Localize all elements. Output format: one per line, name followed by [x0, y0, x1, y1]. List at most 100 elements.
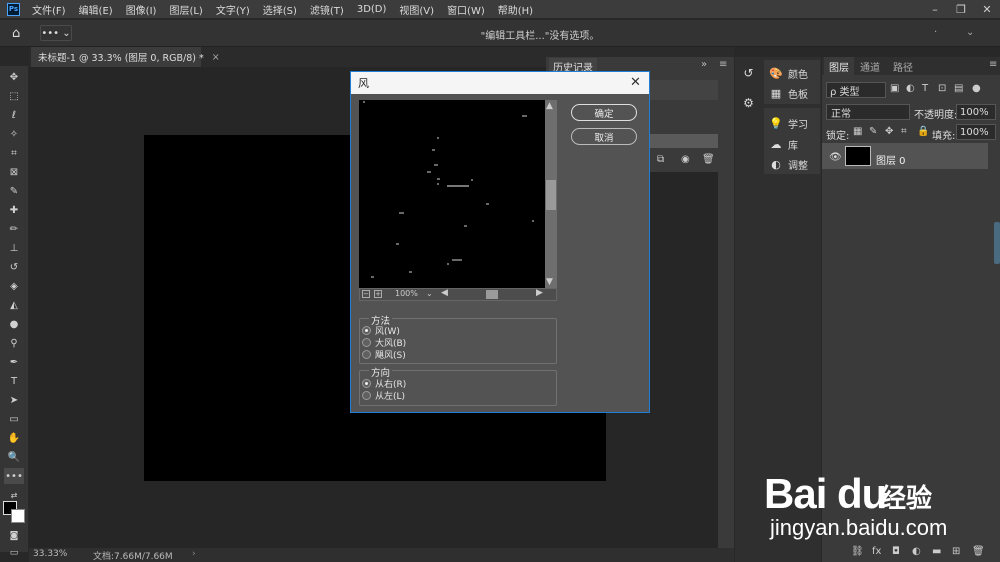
panel-color[interactable]: 🎨 颜色	[768, 66, 808, 81]
panel-learn[interactable]: 💡 学习	[768, 116, 808, 131]
edit-toolbar-button[interactable]: ••• ⌄	[40, 25, 72, 41]
smart-object-filter-icon[interactable]: ▤	[954, 83, 963, 94]
preview-zoom-value[interactable]: 100%	[395, 289, 418, 298]
close-tab-icon[interactable]: ×	[212, 52, 220, 63]
scroll-up-icon[interactable]: ▲	[546, 101, 553, 111]
zoom-readout[interactable]: 33.33%	[33, 549, 67, 559]
frame-tool-icon[interactable]: ⊠	[4, 164, 24, 180]
properties-panel-icon[interactable]: ⚙	[739, 94, 758, 111]
menu-help[interactable]: 帮助(H)	[498, 2, 533, 17]
filter-preview[interactable]	[359, 100, 545, 288]
lock-transparent-icon[interactable]: ▦	[853, 126, 862, 137]
menu-file[interactable]: 文件(F)	[32, 2, 66, 17]
menu-3d[interactable]: 3D(D)	[357, 4, 387, 15]
new-layer-icon[interactable]: ⊞	[952, 546, 960, 557]
paint-bucket-tool-icon[interactable]: ◭	[4, 297, 24, 313]
layer-name[interactable]: 图层 0	[876, 152, 906, 167]
fill-input[interactable]: 100%	[956, 124, 996, 140]
menu-view[interactable]: 视图(V)	[399, 2, 434, 17]
history-state[interactable]	[649, 80, 718, 100]
crop-tool-icon[interactable]: ⌗	[4, 145, 24, 161]
minimize-button[interactable]: –	[922, 0, 948, 18]
zoom-in-icon[interactable]: +	[374, 290, 382, 298]
quick-mask-icon[interactable]: ◙	[4, 528, 24, 544]
lock-artboard-icon[interactable]: ⌗	[901, 126, 907, 137]
history-panel-icon[interactable]: ↺	[739, 64, 758, 81]
menu-filter[interactable]: 滤镜(T)	[310, 2, 344, 17]
panel-swatches[interactable]: ▦ 色板	[768, 86, 808, 101]
healing-brush-tool-icon[interactable]: ✚	[4, 202, 24, 218]
document-tab[interactable]: 未标题-1 @ 33.3% (图层 0, RGB/8) * ×	[31, 47, 220, 67]
menu-image[interactable]: 图像(I)	[126, 2, 157, 17]
new-adjustment-icon[interactable]: ◐	[912, 546, 921, 557]
menu-select[interactable]: 选择(S)	[263, 2, 297, 17]
ok-button[interactable]: 确定	[571, 104, 637, 121]
panel-menu-icon[interactable]: ≡	[719, 59, 727, 70]
radio-stagger[interactable]: 飓风(S)	[362, 348, 406, 361]
clone-stamp-tool-icon[interactable]: ⊥	[4, 240, 24, 256]
new-group-icon[interactable]: ▬	[932, 546, 941, 557]
lock-all-icon[interactable]: 🔒	[917, 126, 929, 137]
path-selection-tool-icon[interactable]: ➤	[4, 392, 24, 408]
link-layers-icon[interactable]: ⛓	[851, 546, 864, 557]
blend-mode-select[interactable]: 正常	[826, 104, 910, 120]
zoom-tool-icon[interactable]: 🔍	[4, 449, 24, 465]
search-icon[interactable]: ·	[934, 27, 937, 38]
shape-filter-icon[interactable]: ⊡	[938, 83, 946, 94]
brush-tool-icon[interactable]: ✏	[4, 221, 24, 237]
zoom-dropdown-icon[interactable]: ⌄	[426, 289, 433, 298]
adjustment-filter-icon[interactable]: ◐	[906, 83, 915, 94]
move-tool-icon[interactable]: ✥	[4, 69, 24, 85]
layer-kind-filter[interactable]: ρ 类型	[826, 82, 886, 98]
delete-layer-icon[interactable]: 🗑	[972, 546, 985, 557]
menu-layer[interactable]: 图层(L)	[169, 2, 202, 17]
lasso-tool-icon[interactable]: ℓ	[4, 107, 24, 123]
visibility-eye-icon[interactable]: 👁	[829, 152, 842, 163]
preview-scroll-thumb[interactable]	[546, 180, 556, 210]
zoom-out-icon[interactable]: −	[362, 290, 370, 298]
tab-paths[interactable]: 路径	[892, 57, 914, 75]
tab-channels[interactable]: 通道	[858, 57, 882, 75]
status-menu-arrow-icon[interactable]: ›	[192, 549, 196, 559]
screen-mode-icon[interactable]: ▭	[4, 545, 24, 561]
eraser-tool-icon[interactable]: ◈	[4, 278, 24, 294]
lock-position-icon[interactable]: ✥	[885, 126, 893, 137]
radio-from-left[interactable]: 从左(L)	[362, 389, 405, 402]
menu-window[interactable]: 窗口(W)	[447, 2, 485, 17]
collapse-panel-icon[interactable]: »	[701, 59, 707, 70]
close-icon[interactable]: ✕	[630, 75, 641, 90]
canvas-scrollbar[interactable]	[718, 67, 734, 548]
eyedropper-tool-icon[interactable]: ✎	[4, 183, 24, 199]
panel-menu-icon[interactable]: ≡	[989, 59, 997, 70]
workspace-icon[interactable]: ⌄	[966, 27, 974, 38]
opacity-input[interactable]: 100%	[956, 104, 996, 120]
pixel-filter-icon[interactable]: ▣	[890, 83, 899, 94]
type-filter-icon[interactable]: T	[922, 83, 928, 94]
add-mask-icon[interactable]: ◘	[892, 546, 900, 557]
history-brush-tool-icon[interactable]: ↺	[4, 259, 24, 275]
history-state-selected[interactable]	[649, 134, 718, 148]
type-tool-icon[interactable]: T	[4, 373, 24, 389]
restore-button[interactable]: ❐	[948, 0, 974, 18]
scroll-right-icon[interactable]: ▶	[536, 288, 543, 298]
panel-adjustments[interactable]: ◐ 调整	[768, 157, 808, 172]
menu-edit[interactable]: 编辑(E)	[79, 2, 113, 17]
edit-toolbar-icon[interactable]: •••	[4, 468, 24, 484]
menu-type[interactable]: 文字(Y)	[216, 2, 250, 17]
pen-tool-icon[interactable]: ✒	[4, 354, 24, 370]
panel-libraries[interactable]: ☁ 库	[768, 137, 799, 152]
preview-hscroll-thumb[interactable]	[486, 290, 498, 299]
tab-layers[interactable]: 图层	[824, 57, 854, 75]
scroll-left-icon[interactable]: ◀	[441, 288, 448, 298]
blur-tool-icon[interactable]: ●	[4, 316, 24, 332]
scroll-down-icon[interactable]: ▼	[546, 277, 553, 287]
dodge-tool-icon[interactable]: ⚲	[4, 335, 24, 351]
fx-icon[interactable]: fx	[872, 546, 881, 557]
cancel-button[interactable]: 取消	[571, 128, 637, 145]
background-color-swatch[interactable]	[11, 509, 25, 523]
panel-scroll-handle[interactable]	[994, 222, 1000, 264]
marquee-tool-icon[interactable]: ⬚	[4, 88, 24, 104]
lock-image-icon[interactable]: ✎	[869, 126, 877, 137]
snapshot-icon[interactable]: ◉	[681, 154, 690, 165]
magic-wand-tool-icon[interactable]: ✧	[4, 126, 24, 142]
